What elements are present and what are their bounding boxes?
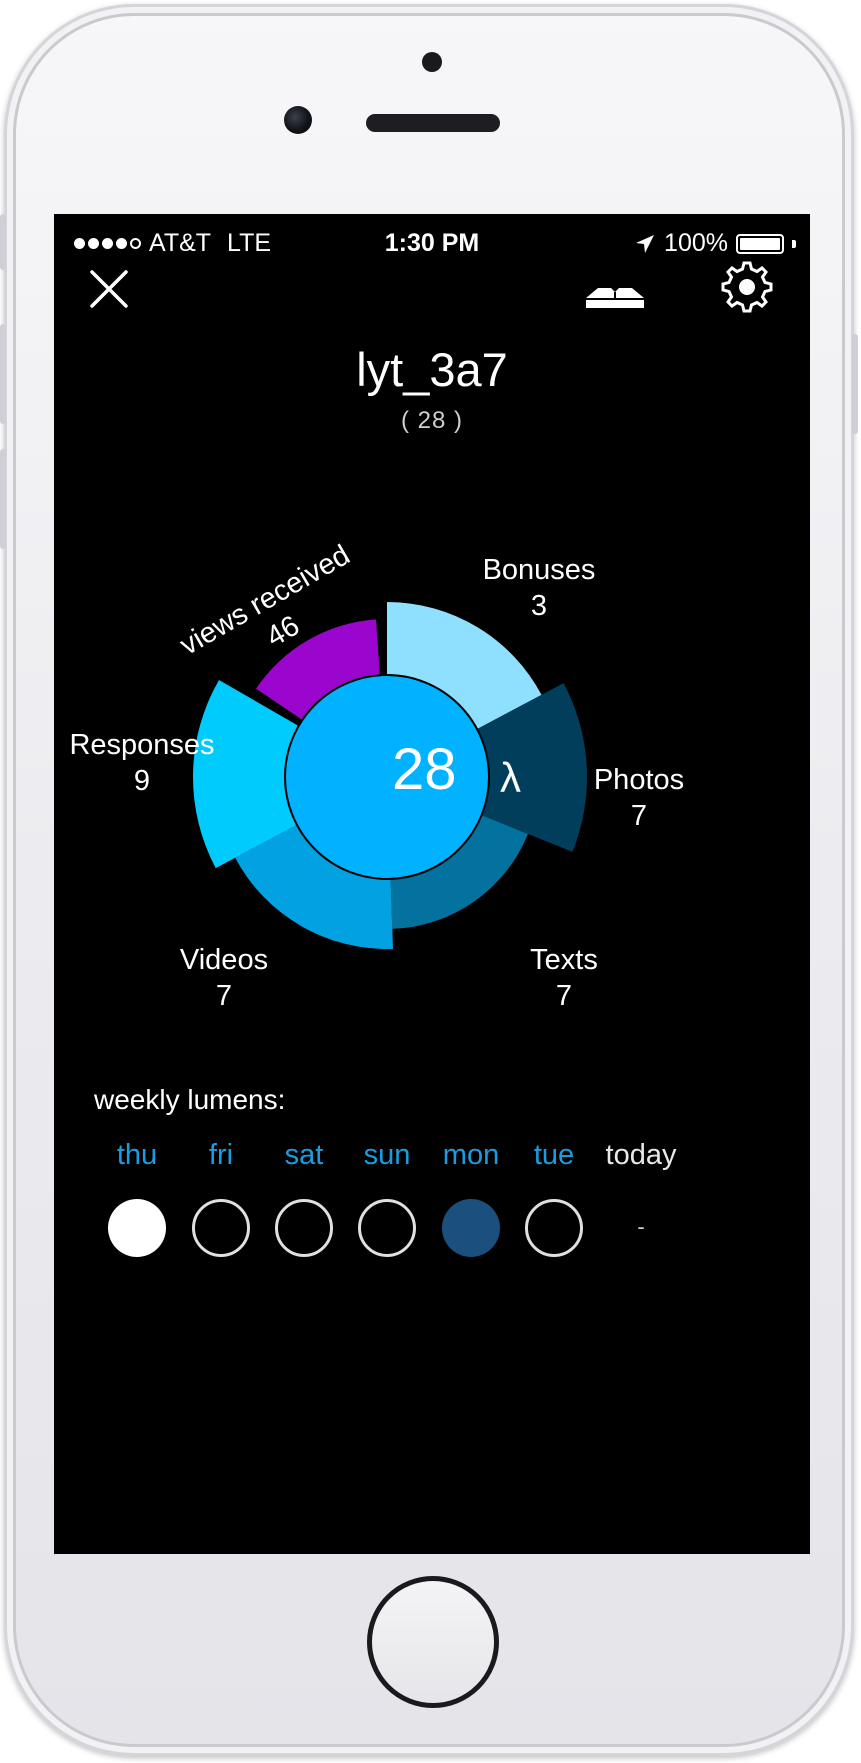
mute-switch — [0, 214, 6, 270]
ring-center-disc — [284, 674, 490, 880]
segment-value: 7 — [555, 980, 573, 1012]
weekly-lumens-title: weekly lumens: — [94, 1084, 286, 1115]
lambda-icon: λ — [500, 754, 521, 801]
segment-name: Texts — [530, 944, 598, 976]
day-label-mon: mon — [442, 1139, 500, 1171]
segment-value: 7 — [630, 800, 648, 832]
segment-value: 3 — [530, 590, 548, 622]
segment-value: 7 — [215, 980, 233, 1012]
day-label-today: today — [605, 1139, 677, 1171]
home-button[interactable] — [367, 1576, 499, 1708]
day-label-tue: tue — [533, 1139, 575, 1171]
proximity-sensor — [422, 52, 442, 72]
app-screen: AT&T LTE 1:30 PM 100% lyt_3a7 (28) 28 … — [54, 214, 810, 1554]
day-indicator-thu[interactable] — [108, 1199, 166, 1257]
segment-value: 9 — [133, 765, 151, 797]
day-indicator-tue[interactable] — [525, 1199, 583, 1257]
segment-label-texts: Texts 7 — [494, 942, 634, 1014]
segment-name: Bonuses — [482, 554, 596, 586]
segment-label-photos: Photos 7 — [564, 762, 714, 834]
day-indicator-sun[interactable] — [358, 1199, 416, 1257]
front-camera — [284, 106, 312, 134]
segment-label-videos: Videos 7 — [154, 942, 294, 1014]
volume-up-button — [0, 324, 6, 424]
segment-name: Videos — [179, 944, 269, 976]
segment-label-responses: Responses 9 — [62, 727, 222, 799]
day-indicator-mon[interactable] — [442, 1199, 500, 1257]
earpiece-speaker — [366, 114, 500, 132]
day-indicator-fri[interactable] — [192, 1199, 250, 1257]
day-indicator-sat[interactable] — [275, 1199, 333, 1257]
segment-name: Photos — [593, 764, 685, 796]
segment-label-bonuses: Bonuses 3 — [464, 552, 614, 624]
center-total: 28 — [392, 737, 457, 802]
day-label-sun: sun — [363, 1139, 411, 1171]
volume-down-button — [0, 449, 6, 549]
day-label-sat: sat — [284, 1139, 324, 1171]
today-value: - — [637, 1214, 645, 1239]
day-label-fri: fri — [208, 1139, 234, 1171]
lumens-ring-chart — [192, 602, 587, 949]
day-label-thu: thu — [116, 1139, 158, 1171]
phone-frame: AT&T LTE 1:30 PM 100% lyt_3a7 (28) 28 … — [0, 4, 858, 1756]
power-button — [852, 334, 858, 434]
segment-name: Responses — [69, 729, 215, 761]
